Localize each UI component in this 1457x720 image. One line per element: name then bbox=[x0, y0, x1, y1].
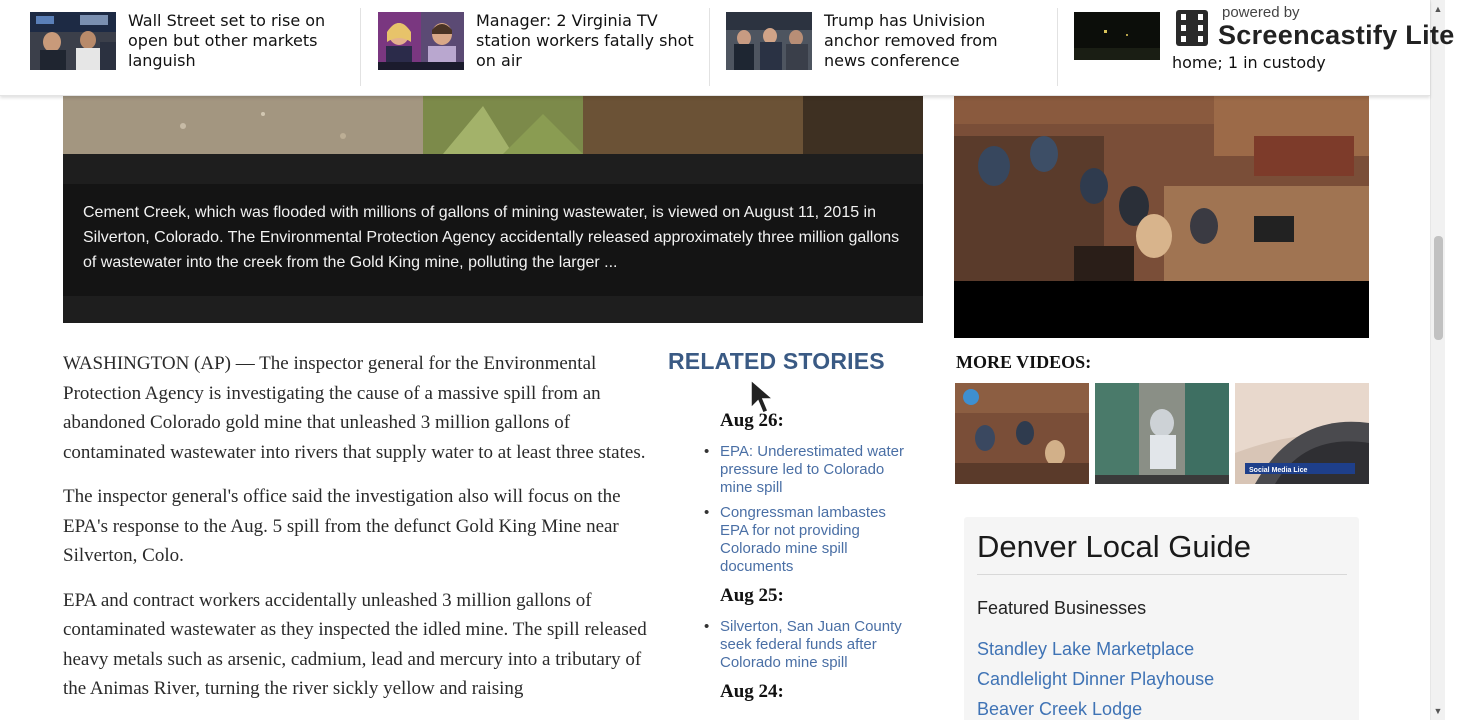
watermark-brand: Screencastify Lite bbox=[1218, 20, 1455, 50]
mouse-pointer-icon bbox=[750, 378, 775, 414]
video-frame[interactable] bbox=[954, 96, 1369, 281]
article-paragraph: The inspector general's office said the … bbox=[63, 486, 621, 566]
video-thumbnail[interactable] bbox=[1095, 383, 1229, 484]
headline-card-1[interactable]: Manager: 2 Virginia TV station workers f… bbox=[378, 0, 698, 94]
article-body: WASHINGTON (AP) — The inspector general … bbox=[63, 349, 653, 719]
business-link[interactable]: Candlelight Dinner Playhouse bbox=[977, 669, 1214, 690]
related-stories-title: RELATED STORIES bbox=[668, 348, 885, 374]
video-thumbnail[interactable]: Social Media Lice bbox=[1235, 383, 1369, 484]
headline-thumbnail[interactable] bbox=[378, 12, 464, 70]
business-link[interactable]: Beaver Creek Lodge bbox=[977, 699, 1142, 720]
video-thumbnail[interactable] bbox=[955, 383, 1089, 484]
business-link[interactable]: Standley Lake Marketplace bbox=[977, 639, 1194, 660]
photo-caption: Cement Creek, which was flooded with mil… bbox=[83, 204, 900, 271]
related-list: EPA: Underestimated water pressure led t… bbox=[704, 443, 904, 583]
headline-thumbnail[interactable] bbox=[1074, 12, 1160, 60]
guide-divider bbox=[977, 574, 1347, 575]
more-videos-label: MORE VIDEOS: bbox=[956, 352, 1092, 372]
screencastify-watermark: powered by Screencastify Lite bbox=[1174, 4, 1454, 52]
film-reel-icon bbox=[1176, 10, 1208, 46]
article-photo[interactable] bbox=[63, 96, 923, 154]
scroll-down-icon[interactable]: ▼ bbox=[1433, 706, 1443, 716]
headline-text[interactable]: Wall Street set to rise on open but othe… bbox=[128, 11, 348, 71]
trending-headlines-bar: Wall Street set to rise on open but othe… bbox=[0, 0, 1454, 96]
related-stories: RELATED STORIES Aug 26: EPA: Underestima… bbox=[668, 348, 908, 702]
video-thumbnail-label: Social Media Lice bbox=[1249, 467, 1307, 474]
headline-text[interactable]: home; 1 in custody bbox=[1172, 53, 1392, 73]
watermark-powered-by: powered by bbox=[1222, 4, 1300, 21]
headline-divider bbox=[709, 8, 710, 86]
related-story-link[interactable]: EPA: Underestimated water pressure led t… bbox=[704, 443, 904, 497]
headline-text[interactable]: Manager: 2 Virginia TV station workers f… bbox=[476, 11, 696, 71]
video-player[interactable] bbox=[954, 96, 1369, 338]
headline-text[interactable]: Trump has Univision anchor removed from … bbox=[824, 11, 1044, 71]
headline-divider bbox=[1057, 8, 1058, 86]
local-guide-title: Denver Local Guide bbox=[977, 529, 1251, 564]
headline-card-2[interactable]: Trump has Univision anchor removed from … bbox=[726, 0, 1046, 94]
related-list: Silverton, San Juan County seek federal … bbox=[704, 618, 904, 679]
headline-card-0[interactable]: Wall Street set to rise on open but othe… bbox=[30, 0, 350, 94]
headline-thumbnail[interactable] bbox=[30, 12, 116, 70]
article-paragraph: WASHINGTON (AP) — The inspector general … bbox=[63, 353, 646, 463]
article-paragraph: EPA and contract workers accidentally un… bbox=[63, 589, 647, 700]
featured-businesses-heading: Featured Businesses bbox=[977, 598, 1147, 618]
photo-caption-panel: Cement Creek, which was flooded with mil… bbox=[63, 184, 923, 296]
related-date: Aug 24: bbox=[720, 681, 784, 702]
related-story-link[interactable]: Congressman lambastes EPA for not provid… bbox=[704, 504, 904, 576]
photo-caption-box: Cement Creek, which was flooded with mil… bbox=[63, 154, 923, 323]
page-scrollbar[interactable]: ▲ ▼ bbox=[1430, 0, 1445, 720]
related-story-link[interactable]: Silverton, San Juan County seek federal … bbox=[704, 618, 904, 672]
headline-divider bbox=[360, 8, 361, 86]
related-date: Aug 25: bbox=[720, 585, 784, 606]
headline-thumbnail[interactable] bbox=[726, 12, 812, 70]
local-guide: Denver Local Guide Featured Businesses S… bbox=[964, 517, 1359, 720]
scrollbar-thumb[interactable] bbox=[1434, 236, 1443, 340]
